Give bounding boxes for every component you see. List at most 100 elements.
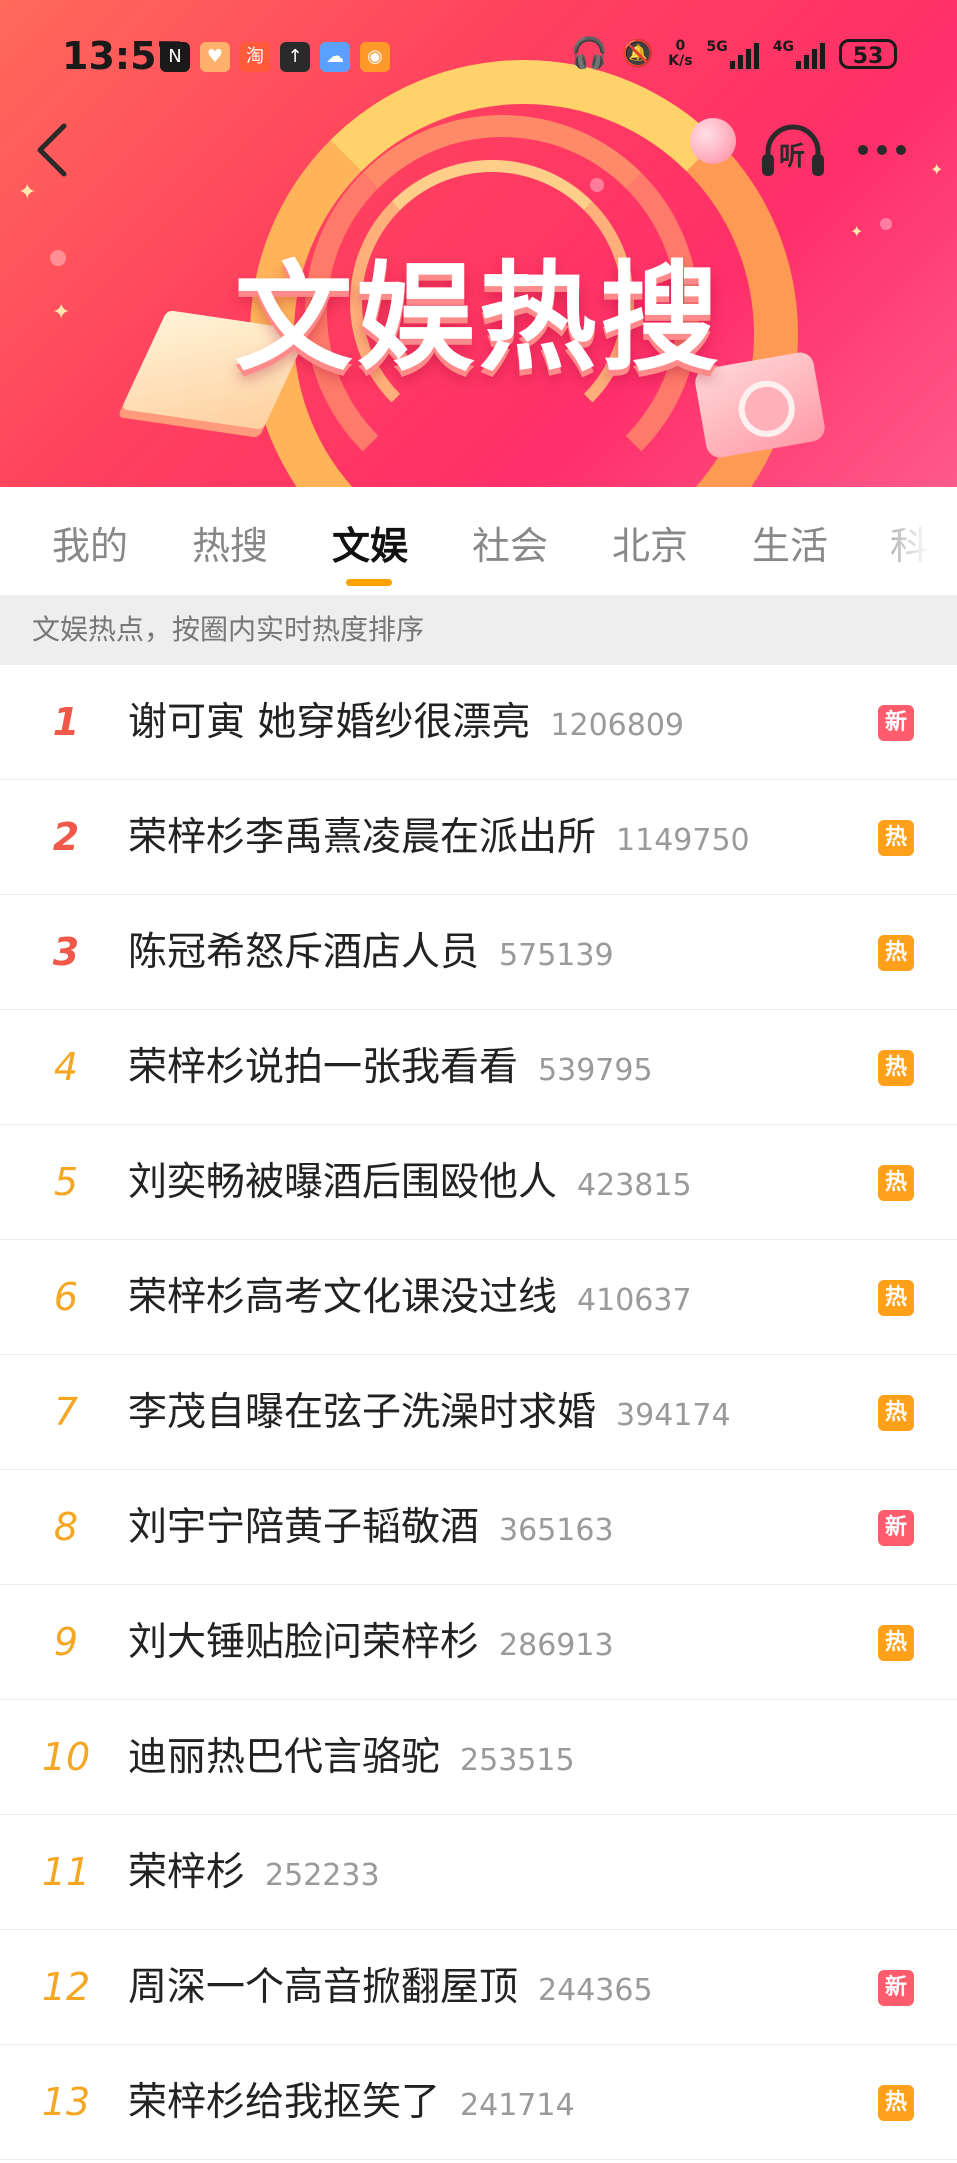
- topic-title: 荣梓杉说拍一张我看看 539795: [128, 1045, 653, 1090]
- topic-title: 迪丽热巴代言骆驼 253515: [128, 1735, 575, 1780]
- banner-title: 文娱热搜: [234, 249, 723, 387]
- hot-badge: 热: [878, 820, 914, 856]
- topic-title: 周深一个高音掀翻屋顶 244365: [128, 1965, 653, 2010]
- status-right-group: 🎧 🔕 0 K/s 5G 4G 53: [570, 36, 897, 71]
- heat-count: 394174: [616, 1398, 731, 1433]
- heart-app-icon: ♥: [200, 42, 230, 72]
- upload-icon: ↑: [280, 42, 310, 72]
- back-button[interactable]: [28, 118, 84, 182]
- heat-count: 286913: [499, 1628, 614, 1663]
- active-tab-indicator: [346, 579, 392, 586]
- rank-number: 8: [53, 1505, 79, 1549]
- topic-title: 刘宇宁陪黄子韬敬酒 365163: [128, 1505, 614, 1550]
- list-item[interactable]: 13 荣梓杉给我抠笑了 241714 热: [0, 2045, 957, 2160]
- tab-society[interactable]: 社会: [472, 515, 548, 570]
- sparkle-icon: ✦: [930, 160, 944, 179]
- topic-title: 李茂自曝在弦子洗澡时求婚 394174: [128, 1390, 731, 1435]
- heat-count: 423815: [577, 1168, 692, 1203]
- heat-count: 1206809: [550, 708, 685, 743]
- rank-number: 9: [53, 1620, 79, 1664]
- list-item[interactable]: 10 迪丽热巴代言骆驼 253515: [0, 1700, 957, 1815]
- list-description: 文娱热点，按圈内实时热度排序: [0, 595, 957, 665]
- rank-number: 1: [52, 700, 80, 744]
- topic-title: 荣梓杉 252233: [128, 1850, 380, 1895]
- tabs-fade-overlay: [867, 487, 957, 595]
- hot-badge: 热: [878, 1625, 914, 1661]
- rank-number: 12: [41, 1965, 91, 2009]
- hot-search-list: 1 谢可寅 她穿婚纱很漂亮 1206809 新 2 荣梓杉李禹熹凌晨在派出所 114…: [0, 665, 957, 2160]
- list-item[interactable]: 4 荣梓杉说拍一张我看看 539795 热: [0, 1010, 957, 1125]
- hot-badge: 热: [878, 1280, 914, 1316]
- new-badge: 新: [878, 1510, 914, 1546]
- list-item[interactable]: 3 陈冠希怒斥酒店人员 575139 热: [0, 895, 957, 1010]
- list-item[interactable]: 8 刘宇宁陪黄子韬敬酒 365163 新: [0, 1470, 957, 1585]
- nfc-icon: N: [160, 42, 190, 72]
- hot-badge: 热: [878, 2085, 914, 2121]
- sparkle-icon: ✦: [18, 180, 37, 205]
- list-item[interactable]: 9 刘大锤贴脸问荣梓杉 286913 热: [0, 1585, 957, 1700]
- signal-bars-icon: [796, 39, 825, 69]
- rank-number: 7: [53, 1390, 79, 1434]
- heat-count: 241714: [460, 2088, 575, 2123]
- battery-indicator: 53: [839, 38, 897, 69]
- heat-count: 410637: [577, 1283, 692, 1318]
- hot-badge: 热: [878, 1050, 914, 1086]
- headphones-icon: 🎧: [570, 36, 608, 71]
- tab-life[interactable]: 生活: [752, 515, 828, 570]
- cloud-icon: ☁: [320, 42, 350, 72]
- hot-badge: 热: [878, 1165, 914, 1201]
- hot-badge: 热: [878, 935, 914, 971]
- chevron-left-icon: [37, 123, 67, 177]
- tab-beijing[interactable]: 北京: [612, 515, 688, 570]
- heat-count: 252233: [265, 1858, 380, 1893]
- tab-hot-search[interactable]: 热搜: [192, 515, 268, 570]
- hot-badge: 热: [878, 1395, 914, 1431]
- weibo-icon: ◉: [360, 42, 390, 72]
- rank-number: 5: [53, 1160, 79, 1204]
- heat-count: 1149750: [616, 823, 750, 858]
- list-item[interactable]: 11 荣梓杉 252233: [0, 1815, 957, 1930]
- rank-number: 3: [52, 930, 80, 974]
- signal-5g: 5G: [707, 39, 759, 69]
- heat-count: 575139: [499, 938, 614, 973]
- topic-title: 荣梓杉给我抠笑了 241714: [128, 2080, 575, 2125]
- listen-button[interactable]: 听: [758, 118, 828, 182]
- signal-4g: 4G: [773, 39, 825, 69]
- heat-count: 244365: [538, 1973, 653, 2008]
- signal-bars-icon: [729, 39, 759, 69]
- tab-entertainment[interactable]: 文娱: [332, 515, 408, 570]
- list-item[interactable]: 5 刘奕畅被曝酒后围殴他人 423815 热: [0, 1125, 957, 1240]
- listen-label: 听: [779, 142, 806, 172]
- category-tabs: 我的 热搜 文娱 社会 北京 生活 科技: [0, 487, 957, 595]
- dot-icon: [858, 145, 868, 155]
- topic-title: 陈冠希怒斥酒店人员 575139: [128, 930, 614, 975]
- banner-decoration-dot: [590, 178, 604, 192]
- rank-number: 4: [53, 1045, 79, 1089]
- tab-mine[interactable]: 我的: [52, 515, 128, 570]
- rank-number: 13: [41, 2080, 91, 2124]
- heat-count: 253515: [460, 1743, 575, 1778]
- topic-title: 谢可寅 她穿婚纱很漂亮 1206809: [128, 700, 685, 745]
- network-speed: 0 K/s: [668, 37, 693, 69]
- more-options-button[interactable]: [858, 138, 918, 162]
- list-item[interactable]: 2 荣梓杉李禹熹凌晨在派出所 1149750 热: [0, 780, 957, 895]
- list-item[interactable]: 7 李茂自曝在弦子洗澡时求婚 394174 热: [0, 1355, 957, 1470]
- rank-number: 10: [41, 1735, 91, 1779]
- dot-icon: [877, 145, 887, 155]
- heat-count: 365163: [499, 1513, 614, 1548]
- new-badge: 新: [878, 1970, 914, 2006]
- topic-title: 荣梓杉高考文化课没过线 410637: [128, 1275, 692, 1320]
- taobao-icon: 淘: [240, 42, 270, 72]
- planet-icon: [690, 118, 736, 164]
- mute-icon: 🔕: [621, 38, 655, 69]
- list-item[interactable]: 1 谢可寅 她穿婚纱很漂亮 1206809 新: [0, 665, 957, 780]
- list-item[interactable]: 6 荣梓杉高考文化课没过线 410637 热: [0, 1240, 957, 1355]
- topic-title: 刘奕畅被曝酒后围殴他人 423815: [128, 1160, 692, 1205]
- rank-number: 2: [52, 815, 80, 859]
- heat-count: 539795: [538, 1053, 653, 1088]
- list-item[interactable]: 12 周深一个高音掀翻屋顶 244365 新: [0, 1930, 957, 2045]
- topic-title: 刘大锤贴脸问荣梓杉 286913: [128, 1620, 614, 1665]
- dot-icon: [896, 145, 906, 155]
- status-bar: 13:57 N ♥ 淘 ↑ ☁ ◉ 🎧 🔕 0 K/s 5G 4G 53: [0, 0, 957, 116]
- rank-number: 11: [41, 1850, 91, 1894]
